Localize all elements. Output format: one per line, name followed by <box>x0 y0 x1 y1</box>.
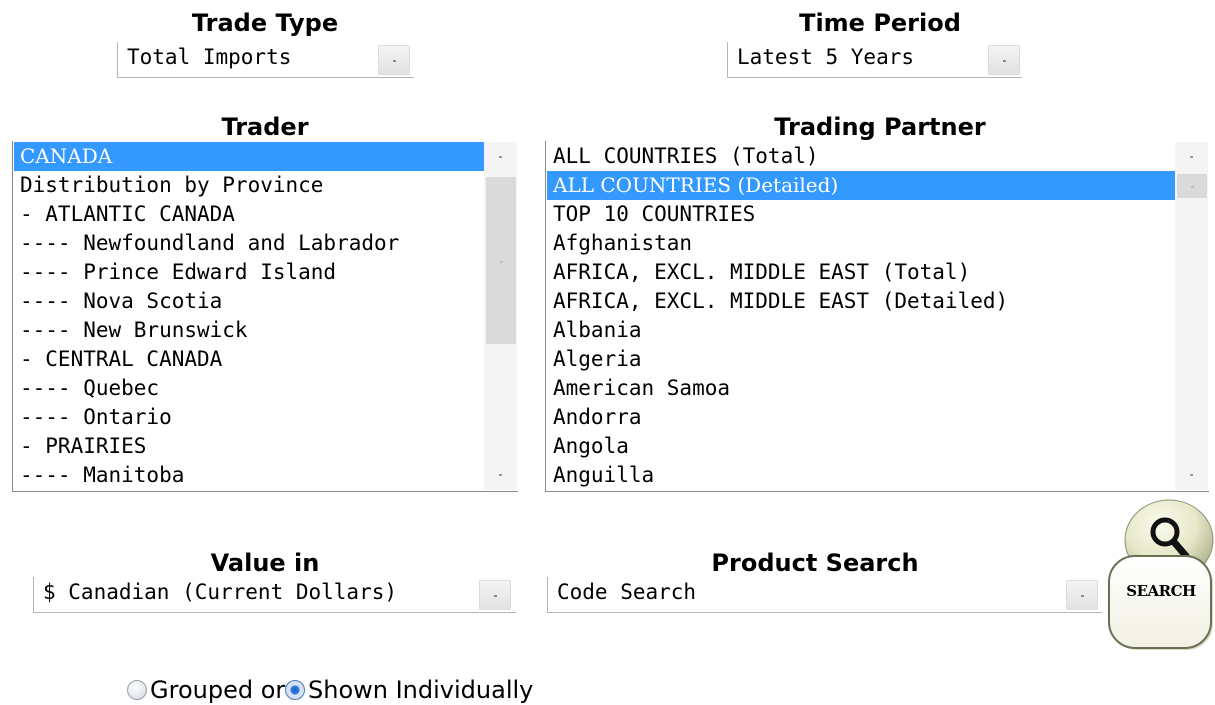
shown-individually-radio[interactable] <box>285 680 305 700</box>
trading-partner-scroll-thumb[interactable] <box>1177 174 1207 198</box>
trading-partner-option[interactable]: American Samoa <box>547 374 1175 403</box>
trader-option[interactable]: ---- Newfoundland and Labrador <box>14 229 484 258</box>
trading-partner-option[interactable]: Angola <box>547 432 1175 461</box>
time-period-select[interactable]: Latest 5 Years <box>727 42 1022 78</box>
trader-option[interactable]: ---- Ontario <box>14 403 484 432</box>
trading-partner-option[interactable]: TOP 10 COUNTRIES <box>547 200 1175 229</box>
trader-option[interactable]: - PRAIRIES <box>14 432 484 461</box>
trader-listbox[interactable]: CANADA Distribution by Province - ATLANTIC… <box>12 141 518 492</box>
trader-option[interactable]: ---- Manitoba <box>14 461 484 490</box>
time-period-dropdown-arrow-icon[interactable] <box>988 45 1020 75</box>
trading-partner-listbox[interactable]: ALL COUNTRIES (Total) ALL COUNTRIES (Deta… <box>545 141 1209 492</box>
time-period-label: Time Period <box>799 9 961 37</box>
trade-type-dropdown-arrow-icon[interactable] <box>378 45 410 75</box>
trading-partner-option[interactable]: Anguilla <box>547 461 1175 490</box>
time-period-value: Latest 5 Years <box>737 45 915 69</box>
trading-partner-option[interactable]: Algeria <box>547 345 1175 374</box>
product-search-value: Code Search <box>557 580 697 604</box>
trading-partner-option[interactable]: AFRICA, EXCL. MIDDLE EAST (Detailed) <box>547 287 1175 316</box>
product-search-dropdown-arrow-icon[interactable] <box>1066 580 1098 610</box>
trader-scroll-up-icon[interactable] <box>484 142 517 172</box>
value-in-select[interactable]: $ Canadian (Current Dollars) <box>33 577 516 613</box>
trader-option[interactable]: - CENTRAL CANADA <box>14 345 484 374</box>
trader-label: Trader <box>221 113 309 141</box>
magnifier-icon <box>1108 499 1214 650</box>
value-in-label: Value in <box>210 549 320 577</box>
trading-partner-scroll-down-icon[interactable] <box>1175 460 1208 490</box>
trader-option[interactable]: ---- Nova Scotia <box>14 287 484 316</box>
trading-partner-scroll-up-icon[interactable] <box>1175 142 1208 172</box>
trader-option[interactable]: ---- Quebec <box>14 374 484 403</box>
value-in-value: $ Canadian (Current Dollars) <box>43 580 398 604</box>
trader-option[interactable]: - ATLANTIC CANADA <box>14 200 484 229</box>
trading-partner-scrollbar[interactable] <box>1175 142 1208 490</box>
trader-option[interactable]: ---- Prince Edward Island <box>14 258 484 287</box>
trading-partner-options[interactable]: ALL COUNTRIES (Total) ALL COUNTRIES (Deta… <box>547 142 1175 490</box>
grouped-radio-label: Grouped or <box>150 676 286 704</box>
trader-option[interactable]: ---- New Brunswick <box>14 316 484 345</box>
trading-partner-option[interactable]: ALL COUNTRIES (Total) <box>547 142 1175 171</box>
product-search-select[interactable]: Code Search <box>547 577 1102 613</box>
trading-partner-option[interactable]: AFRICA, EXCL. MIDDLE EAST (Total) <box>547 258 1175 287</box>
trading-partner-option[interactable]: Afghanistan <box>547 229 1175 258</box>
value-in-dropdown-arrow-icon[interactable] <box>479 580 511 610</box>
product-search-label: Product Search <box>711 549 919 577</box>
trader-options[interactable]: CANADA Distribution by Province - ATLANTIC… <box>14 142 484 490</box>
grouped-radio[interactable] <box>127 680 147 700</box>
trader-option[interactable]: Distribution by Province <box>14 171 484 200</box>
shown-individually-radio-label: Shown Individually <box>308 676 534 704</box>
trader-scroll-down-icon[interactable] <box>484 460 517 490</box>
trade-type-value: Total Imports <box>127 45 292 69</box>
trader-scroll-thumb[interactable] <box>486 177 516 344</box>
trading-partner-label: Trading Partner <box>774 113 986 141</box>
search-button[interactable]: SEARCH <box>1103 496 1215 656</box>
trader-scrollbar[interactable] <box>484 142 517 490</box>
trading-partner-option[interactable]: ALL COUNTRIES (Detailed) <box>547 171 1175 200</box>
trade-type-label: Trade Type <box>191 9 339 37</box>
trading-partner-option[interactable]: Albania <box>547 316 1175 345</box>
trade-type-select[interactable]: Total Imports <box>117 42 414 78</box>
trader-option[interactable]: CANADA <box>14 142 484 171</box>
search-button-label: SEARCH <box>1126 582 1196 600</box>
trading-partner-option[interactable]: Andorra <box>547 403 1175 432</box>
